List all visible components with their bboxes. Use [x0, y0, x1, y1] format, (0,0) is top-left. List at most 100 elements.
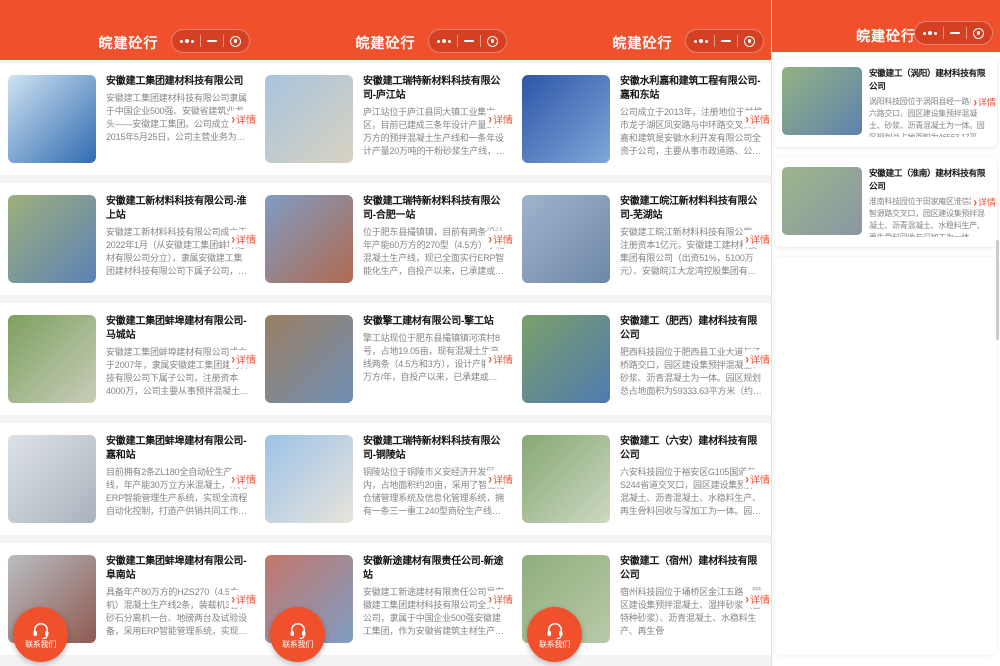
detail-link[interactable]: › 详情: [743, 471, 770, 488]
company-photo: [782, 167, 862, 235]
company-card[interactable]: 安徽建工新材料科技有限公司-淮上站 安徽建工新材料科技有限公司成立于2022年1…: [0, 183, 257, 295]
more-icon[interactable]: [437, 39, 451, 43]
company-info: 安徽建工集团蚌埠建材有限公司-马城站 安徽建工集团蚌埠建材有限公司成立于2007…: [106, 315, 249, 403]
detail-link[interactable]: › 详情: [743, 111, 770, 128]
detail-label: 详情: [750, 232, 770, 247]
chevron-right-icon: ›: [488, 592, 492, 607]
minimize-icon[interactable]: [721, 40, 731, 42]
company-description: 铜陵站位于铜陵市义安经济开发区内，占地面积约20亩，采用了智能化仓储管理系统及信…: [363, 466, 506, 518]
detail-link[interactable]: › 详情: [229, 591, 256, 608]
company-description: 宿州科技园位于埇桥区金江五路，园区建设集预拌混凝土、湿拌砂浆（含特种砂浆）、沥青…: [620, 586, 763, 638]
chevron-right-icon: ›: [231, 592, 235, 607]
company-card[interactable]: 安徽建工集团蚌埠建材有限公司-马城站 安徽建工集团蚌埠建材有限公司成立于2007…: [0, 303, 257, 415]
company-card[interactable]: 安徽建工集团建材科技有限公司 安徽建工集团建材科技有限公司隶属于中国企业500强…: [0, 63, 257, 175]
detail-link[interactable]: › 详情: [743, 591, 770, 608]
detail-link[interactable]: › 详情: [971, 195, 996, 210]
mini-program-window: 皖建砼行 安徽建工（涡阳）建材科技有限公司 涡阳科技园位于涡阳县经一路与纬六路交…: [771, 0, 1000, 666]
screenshot-grid: 皖建砼行 安徽建工集团建材科技有限公司 安徽建工集团建材科技有限公司隶属于中国企…: [0, 0, 1000, 666]
close-circle-icon[interactable]: [744, 36, 755, 47]
company-info: 安徽新途建材有限责任公司-新途站 安徽建工新途建材有限责任公司是安徽建工集团建材…: [363, 555, 506, 643]
mini-program-window: 皖建砼行 安徽建工瑞特新材料科技有限公司-庐江站 庐江站位于庐江县同大镇工业集中…: [257, 0, 514, 666]
detail-link[interactable]: › 详情: [229, 231, 256, 248]
detail-label: 详情: [493, 112, 513, 127]
detail-link[interactable]: › 详情: [743, 351, 770, 368]
headset-icon: [288, 620, 308, 640]
capsule-divider: [943, 27, 944, 39]
company-photo: [522, 315, 610, 403]
company-photo: [265, 75, 353, 163]
company-photo: [522, 195, 610, 283]
company-name: 安徽建工（淮南）建材科技有限公司: [869, 167, 990, 193]
company-list: 安徽建工（涡阳）建材科技有限公司 涡阳科技园位于涡阳县经一路与纬六路交口，园区建…: [772, 52, 1000, 655]
company-name: 安徽建工（宿州）建材科技有限公司: [620, 555, 763, 583]
company-photo: [522, 75, 610, 163]
more-icon[interactable]: [923, 31, 937, 35]
minimize-icon[interactable]: [464, 40, 474, 42]
contact-label: 联系我们: [25, 640, 56, 650]
company-card[interactable]: 安徽建工（涡阳）建材科技有限公司 涡阳科技园位于涡阳县经一路与纬六路交口，园区建…: [775, 57, 997, 147]
chevron-right-icon: ›: [745, 472, 749, 487]
company-info: 安徽建工瑞特新材料科技有限公司-合肥一站 位于肥东县撮镇镇，目前有两条设计年产能…: [363, 195, 506, 283]
detail-label: 详情: [750, 472, 770, 487]
company-description: 六安科技园位于裕安区G105国道与S244省道交叉口，园区建设集预拌混凝土、沥青…: [620, 466, 763, 518]
company-photo: [782, 67, 862, 135]
close-circle-icon[interactable]: [230, 36, 241, 47]
detail-link[interactable]: › 详情: [971, 95, 996, 110]
company-name: 安徽建工瑞特新材料科技有限公司-庐江站: [363, 75, 506, 103]
detail-link[interactable]: › 详情: [486, 351, 513, 368]
company-card[interactable]: 安徽建工皖江新材料科技有限公司-芜湖站 安徽建工皖江新材料科技有限公司，注册资本…: [514, 183, 771, 295]
close-circle-icon[interactable]: [487, 36, 498, 47]
company-card[interactable]: 安徽建工（淮南）建材科技有限公司 淮南科技园位于田家庵区淮信路与智源路交叉口，园…: [775, 157, 997, 247]
contact-us-button[interactable]: 联系我们: [527, 607, 582, 662]
company-photo: [8, 195, 96, 283]
company-card[interactable]: 安徽建工集团蚌埠建材有限公司-嘉和站 目前拥有2条ZL180全自动砼生产线，年产…: [0, 423, 257, 535]
detail-link[interactable]: › 详情: [229, 351, 256, 368]
detail-link[interactable]: › 详情: [229, 111, 256, 128]
chevron-right-icon: ›: [973, 95, 977, 110]
company-card[interactable]: 安徽擎工建材有限公司-擎工站 擎工站现位于肥东县撮镇镇河滨村8号，占地19.05…: [257, 303, 514, 415]
contact-label: 联系我们: [539, 640, 570, 650]
detail-link[interactable]: › 详情: [486, 591, 513, 608]
detail-label: 详情: [750, 352, 770, 367]
capsule-controls: [171, 29, 250, 53]
titlebar: 皖建砼行: [514, 0, 771, 60]
app-title: 皖建砼行: [356, 35, 416, 51]
company-photo: [8, 315, 96, 403]
detail-link[interactable]: › 详情: [486, 231, 513, 248]
company-description: 安徽建工新途建材有限责任公司是安徽建工集团建材科技有限公司全资子公司，隶属于中国…: [363, 586, 506, 638]
company-card[interactable]: 安徽建工（肥西）建材科技有限公司 肥西科技园位于肥西县工业大道与江桥路交口，园区…: [514, 303, 771, 415]
detail-label: 详情: [236, 352, 256, 367]
minimize-icon[interactable]: [950, 32, 960, 34]
detail-link[interactable]: › 详情: [743, 231, 770, 248]
company-name: 安徽建工集团蚌埠建材有限公司-阜南站: [106, 555, 249, 583]
detail-link[interactable]: › 详情: [229, 471, 256, 488]
company-card[interactable]: 安徽建工瑞特新材料科技有限公司-庐江站 庐江站位于庐江县同大镇工业集中区，目前已…: [257, 63, 514, 175]
capsule-divider: [737, 35, 738, 47]
more-icon[interactable]: [180, 39, 194, 43]
contact-us-button[interactable]: 联系我们: [270, 607, 325, 662]
minimize-icon[interactable]: [207, 40, 217, 42]
company-card[interactable]: 安徽建工（六安）建材科技有限公司 六安科技园位于裕安区G105国道与S244省道…: [514, 423, 771, 535]
company-name: 安徽建工新材料科技有限公司-淮上站: [106, 195, 249, 223]
company-list: 安徽建工瑞特新材料科技有限公司-庐江站 庐江站位于庐江县同大镇工业集中区，目前已…: [257, 60, 514, 655]
company-card[interactable]: 安徽建工瑞特新材料科技有限公司-铜陵站 铜陵站位于铜陵市义安经济开发区内，占地面…: [257, 423, 514, 535]
mini-program-window: 皖建砼行 安徽水利嘉和建筑工程有限公司-嘉和东站 公司成立于2013年，注册地位…: [514, 0, 771, 666]
company-name: 安徽建工集团建材科技有限公司: [106, 75, 249, 89]
company-card[interactable]: 安徽建工瑞特新材料科技有限公司-合肥一站 位于肥东县撮镇镇，目前有两条设计年产能…: [257, 183, 514, 295]
more-icon[interactable]: [694, 39, 708, 43]
detail-link[interactable]: › 详情: [486, 111, 513, 128]
detail-link[interactable]: › 详情: [486, 471, 513, 488]
detail-label: 详情: [978, 196, 996, 209]
company-card[interactable]: 安徽水利嘉和建筑工程有限公司-嘉和东站 公司成立于2013年，注册地位于蚌埠市龙…: [514, 63, 771, 175]
scrollbar-thumb[interactable]: [996, 240, 999, 340]
close-circle-icon[interactable]: [973, 28, 984, 39]
company-info: 安徽水利嘉和建筑工程有限公司-嘉和东站 公司成立于2013年，注册地位于蚌埠市龙…: [620, 75, 763, 163]
company-list: 安徽水利嘉和建筑工程有限公司-嘉和东站 公司成立于2013年，注册地位于蚌埠市龙…: [514, 60, 771, 655]
company-info: 安徽建工（肥西）建材科技有限公司 肥西科技园位于肥西县工业大道与江桥路交口，园区…: [620, 315, 763, 403]
chevron-right-icon: ›: [231, 472, 235, 487]
company-info: 安徽建工集团蚌埠建材有限公司-嘉和站 目前拥有2条ZL180全自动砼生产线，年产…: [106, 435, 249, 523]
chevron-right-icon: ›: [231, 232, 235, 247]
company-description: 安徽建工集团建材科技有限公司隶属于中国企业500强、安徽省建筑业龙头——安徽建工…: [106, 92, 249, 144]
contact-label: 联系我们: [282, 640, 313, 650]
contact-us-button[interactable]: 联系我们: [13, 607, 68, 662]
